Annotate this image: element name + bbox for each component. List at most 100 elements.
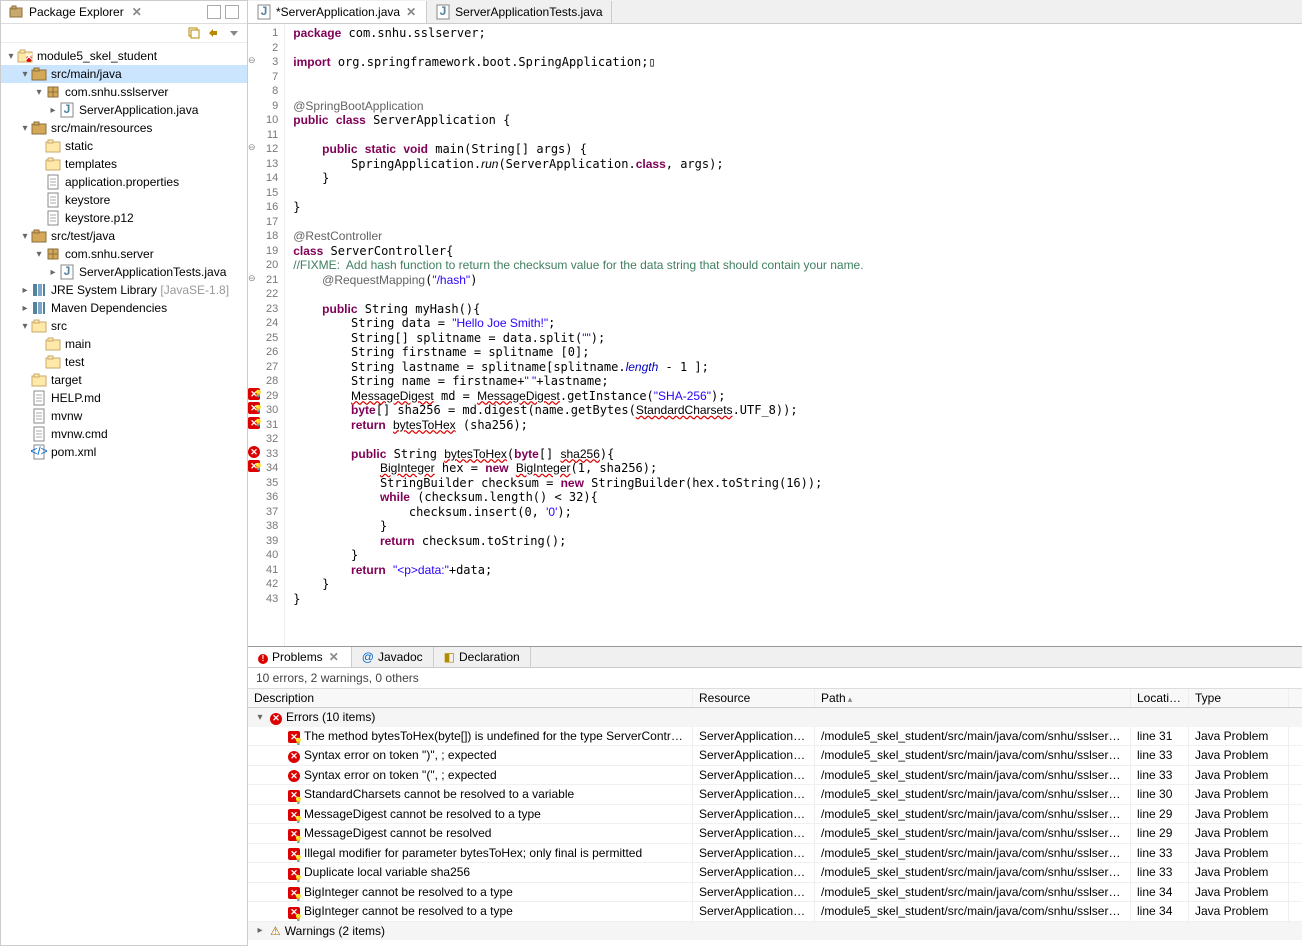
close-view-icon[interactable]: ✕ (327, 650, 341, 664)
code-line[interactable]: @RestController (293, 229, 1294, 244)
close-view-icon[interactable]: ✕ (130, 5, 144, 19)
code-line[interactable]: String firstname = splitname [0]; (293, 345, 1294, 360)
twisty-icon[interactable]: ▾ (33, 249, 45, 260)
code-line[interactable] (293, 432, 1294, 447)
code-line[interactable]: public static void main(String[] args) { (293, 142, 1294, 157)
maximize-icon[interactable] (225, 5, 239, 19)
view-tab-javadoc[interactable]: @Javadoc (352, 647, 434, 667)
code-line[interactable]: public String bytesToHex(byte[] sha256){ (293, 447, 1294, 462)
col-type[interactable]: Type (1189, 689, 1289, 707)
tree-item[interactable]: templates (1, 155, 247, 173)
tree-item[interactable]: ▾com.snhu.server (1, 245, 247, 263)
view-menu-icon[interactable] (227, 26, 241, 40)
code-line[interactable]: BigInteger hex = new BigInteger(1, sha25… (293, 461, 1294, 476)
tree-item[interactable]: ▾src/test/java (1, 227, 247, 245)
tree-item[interactable]: ▾src (1, 317, 247, 335)
problems-table[interactable]: Description Resource Path▴ Location Type… (248, 689, 1302, 946)
code-line[interactable] (293, 128, 1294, 143)
twisty-icon[interactable]: ▾ (19, 231, 31, 242)
problem-row[interactable]: ✕StandardCharsets cannot be resolved to … (248, 785, 1302, 805)
col-path[interactable]: Path▴ (815, 689, 1131, 707)
problem-row[interactable]: ✕Syntax error on token ")", ; expectedSe… (248, 746, 1302, 766)
code-line[interactable]: return "<p>data:"+data; (293, 563, 1294, 578)
line-marker[interactable]: ✕ (248, 445, 262, 460)
code-line[interactable] (293, 70, 1294, 85)
code-line[interactable] (293, 215, 1294, 230)
close-tab-icon[interactable]: ✕ (404, 5, 418, 19)
editor-tab[interactable]: J*ServerApplication.java✕ (248, 1, 427, 23)
code-line[interactable]: public String myHash(){ (293, 302, 1294, 317)
twisty-icon[interactable]: ▸ (254, 925, 266, 936)
tree-item[interactable]: mvnw.cmd (1, 425, 247, 443)
tree-item[interactable]: ▸JRE System Library [JavaSE-1.8] (1, 281, 247, 299)
code-line[interactable]: } (293, 548, 1294, 563)
code-line[interactable]: @SpringBootApplication (293, 99, 1294, 114)
tree-item[interactable]: mvnw (1, 407, 247, 425)
twisty-icon[interactable]: ▾ (19, 123, 31, 134)
code-line[interactable]: String[] splitname = data.split(""); (293, 331, 1294, 346)
twisty-icon[interactable]: ▸ (19, 303, 31, 314)
problem-row[interactable]: ✕MessageDigest cannot be resolved to a t… (248, 805, 1302, 825)
code-line[interactable]: String data = "Hello Joe Smith!"; (293, 316, 1294, 331)
code-line[interactable]: checksum.insert(0, '0'); (293, 505, 1294, 520)
tree-item[interactable]: </>pom.xml (1, 443, 247, 461)
col-location[interactable]: Location (1131, 689, 1189, 707)
col-description[interactable]: Description (248, 689, 693, 707)
code-line[interactable]: return bytesToHex (sha256); (293, 418, 1294, 433)
code-line[interactable]: return checksum.toString(); (293, 534, 1294, 549)
code-line[interactable]: SpringApplication.run(ServerApplication.… (293, 157, 1294, 172)
line-marker[interactable]: ✕ (248, 401, 262, 416)
link-editor-icon[interactable] (207, 26, 221, 40)
collapse-all-icon[interactable] (187, 26, 201, 40)
code-line[interactable]: import org.springframework.boot.SpringAp… (293, 55, 1294, 70)
twisty-icon[interactable]: ▾ (5, 51, 17, 62)
code-line[interactable]: byte[] sha256 = md.digest(name.getBytes(… (293, 403, 1294, 418)
problems-group[interactable]: ▾✕Errors (10 items) (248, 708, 1302, 727)
tree-item[interactable]: static (1, 137, 247, 155)
code-line[interactable]: class ServerController{ (293, 244, 1294, 259)
code-line[interactable]: package com.snhu.sslserver; (293, 26, 1294, 41)
code-line[interactable]: MessageDigest md = MessageDigest.getInst… (293, 389, 1294, 404)
tree-item[interactable]: keystore (1, 191, 247, 209)
problem-row[interactable]: ✕BigInteger cannot be resolved to a type… (248, 883, 1302, 903)
line-marker[interactable]: ✕ (248, 416, 262, 431)
tree-item[interactable]: ▾src/main/resources (1, 119, 247, 137)
tree-item[interactable]: ▾src/main/java (1, 65, 247, 83)
problem-row[interactable]: ✕Illegal modifier for parameter bytesToH… (248, 844, 1302, 864)
minimize-icon[interactable] (207, 5, 221, 19)
problem-row[interactable]: ✕BigInteger cannot be resolved to a type… (248, 902, 1302, 922)
editor-tab[interactable]: JServerApplicationTests.java (427, 1, 611, 23)
tree-item[interactable]: ▸JServerApplicationTests.java (1, 263, 247, 281)
line-marker[interactable]: ✕ (248, 459, 262, 474)
code-line[interactable]: } (293, 200, 1294, 215)
line-marker[interactable]: ✕ (248, 387, 262, 402)
code-line[interactable]: } (293, 592, 1294, 607)
line-marker[interactable]: ⊖ (248, 53, 262, 68)
code-line[interactable]: StringBuilder checksum = new StringBuild… (293, 476, 1294, 491)
code-line[interactable]: } (293, 577, 1294, 592)
code-line[interactable] (293, 41, 1294, 56)
code-line[interactable] (293, 287, 1294, 302)
tree-item[interactable]: test (1, 353, 247, 371)
tree-item[interactable]: application.properties (1, 173, 247, 191)
twisty-icon[interactable]: ▾ (254, 712, 266, 723)
code-line[interactable]: } (293, 519, 1294, 534)
code-line[interactable]: public class ServerApplication { (293, 113, 1294, 128)
tree-item[interactable]: ▾com.snhu.sslserver (1, 83, 247, 101)
code-content[interactable]: package com.snhu.sslserver; import org.sp… (285, 24, 1302, 646)
tree-item[interactable]: HELP.md (1, 389, 247, 407)
problem-row[interactable]: ✕Duplicate local variable sha256ServerAp… (248, 863, 1302, 883)
code-line[interactable]: String lastname = splitname[splitname.le… (293, 360, 1294, 375)
code-line[interactable]: //FIXME: Add hash function to return the… (293, 258, 1294, 273)
problem-row[interactable]: ✕MessageDigest cannot be resolvedServerA… (248, 824, 1302, 844)
line-marker[interactable]: ⊖ (248, 271, 262, 286)
code-line[interactable]: while (checksum.length() < 32){ (293, 490, 1294, 505)
tree-item[interactable]: target (1, 371, 247, 389)
package-explorer-tree[interactable]: ▾✕module5_skel_student▾src/main/java▾com… (1, 43, 247, 945)
code-line[interactable]: String name = firstname+" "+lastname; (293, 374, 1294, 389)
tree-item[interactable]: main (1, 335, 247, 353)
twisty-icon[interactable]: ▸ (19, 285, 31, 296)
tree-item[interactable]: ▾✕module5_skel_student (1, 47, 247, 65)
code-line[interactable]: @RequestMapping("/hash") (293, 273, 1294, 288)
view-tab-problems[interactable]: !Problems✕ (248, 647, 352, 667)
